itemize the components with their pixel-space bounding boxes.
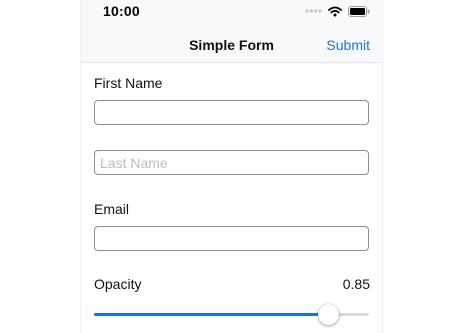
battery-icon (348, 5, 370, 17)
opacity-slider[interactable] (94, 304, 369, 326)
status-icons (305, 4, 370, 18)
email-field[interactable] (94, 226, 369, 251)
phone-screen: 10:00 Simple Form Submit First Name Last… (80, 0, 383, 333)
first-name-field[interactable] (94, 100, 369, 125)
opacity-value: 0.85 (342, 276, 370, 292)
navigation-bar: 10:00 Simple Form Submit (81, 0, 382, 63)
last-name-field[interactable] (94, 150, 369, 175)
first-name-label: First Name (94, 75, 163, 91)
opacity-label: Opacity (94, 276, 142, 292)
submit-button[interactable]: Submit (326, 37, 370, 53)
status-time: 10:00 (103, 3, 140, 19)
slider-fill (94, 313, 328, 316)
email-label: Email (94, 201, 130, 217)
signal-dots-icon (305, 9, 322, 13)
wifi-icon (328, 6, 342, 16)
screenshot-page: 10:00 Simple Form Submit First Name Last… (0, 0, 474, 333)
slider-thumb[interactable] (317, 304, 339, 325)
